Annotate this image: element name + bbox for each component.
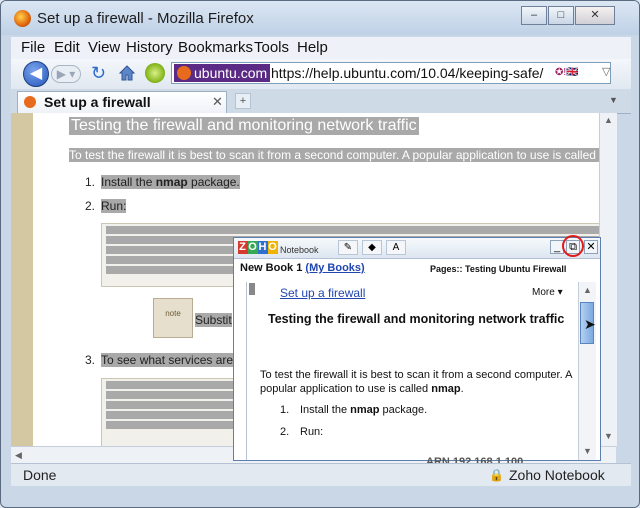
- zoho-note-icon[interactable]: ◆: [362, 240, 382, 255]
- site-label: ubuntu.com: [194, 65, 268, 81]
- firefox-logo-icon: [14, 10, 31, 27]
- back-button[interactable]: ◀: [23, 61, 49, 87]
- menu-tools[interactable]: Tools: [254, 39, 289, 56]
- zoho-close-button[interactable]: ✕: [584, 240, 598, 254]
- zoho-scroll-up-icon[interactable]: ▲: [583, 285, 592, 295]
- zoho-pages-label: Pages:: Testing Ubuntu Firewall: [430, 264, 567, 274]
- minimize-button[interactable]: –: [521, 6, 547, 25]
- tab-close-icon[interactable]: ✕: [212, 94, 223, 110]
- menu-file[interactable]: File: [21, 39, 45, 56]
- zoho-page-link[interactable]: Set up a firewall: [280, 286, 365, 300]
- site-identity-button[interactable]: ubuntu.com: [174, 64, 271, 82]
- menu-help[interactable]: Help: [297, 39, 328, 56]
- highlight-circle: [562, 235, 584, 257]
- menu-edit[interactable]: Edit: [54, 39, 80, 56]
- scroll-down-icon[interactable]: ▼: [604, 431, 613, 441]
- window-title: Set up a firewall - Mozilla Firefox: [37, 10, 254, 27]
- navigation-toolbar: ◀ ▶ ▾ ↻ ubuntu.com https://help.ubuntu.c…: [11, 59, 631, 90]
- status-bar: Done 🔒 Zoho Notebook: [11, 463, 631, 486]
- zoho-clip-icon[interactable]: ✎: [338, 240, 358, 255]
- reload-icon[interactable]: ↻: [91, 63, 106, 84]
- step2-text: Run:: [101, 199, 127, 213]
- close-button[interactable]: ✕: [575, 6, 615, 25]
- scroll-up-icon[interactable]: ▲: [604, 115, 613, 125]
- my-books-link[interactable]: (My Books): [305, 262, 364, 274]
- page-vertical-scrollbar[interactable]: ▲ ▼: [599, 113, 617, 446]
- ubuntu-favicon-icon: [177, 66, 191, 80]
- zoho-text-icon[interactable]: A: [386, 240, 406, 255]
- zoho-notebook-label: Notebook: [280, 245, 319, 255]
- firefox-window: Set up a firewall - Mozilla Firefox – □ …: [0, 0, 640, 508]
- zoho-toolbar: ZOHO Notebook ✎ ◆ A _ ⧉ ✕: [234, 235, 600, 259]
- step1-number: 1.: [85, 175, 96, 189]
- tab-strip: Set up a firewall ✕ + ▼: [11, 89, 631, 114]
- zoho-scrollbar[interactable]: ▲ ▼: [578, 282, 596, 460]
- zoho-step2-number: 2.: [280, 426, 290, 438]
- page-heading: Testing the firewall and monitoring netw…: [69, 117, 419, 135]
- maximize-button[interactable]: □: [548, 6, 574, 25]
- home-icon[interactable]: [118, 64, 136, 82]
- menu-history[interactable]: History: [126, 39, 173, 56]
- tab-set-up-firewall[interactable]: Set up a firewall ✕: [17, 91, 227, 113]
- mouse-cursor-icon: ➤: [584, 316, 596, 332]
- substitute-text: Substit: [195, 313, 232, 327]
- status-zoho-notebook[interactable]: Zoho Notebook: [509, 467, 605, 483]
- step1-text: Install the nmap package.: [101, 175, 240, 189]
- forward-button[interactable]: ▶ ▾: [51, 65, 81, 83]
- menu-bar: File Edit View History Bookmarks Tools H…: [11, 37, 631, 59]
- zoho-step1-text: Install the nmap package.: [300, 404, 428, 416]
- intro-paragraph: To test the firewall it is best to scan …: [69, 148, 599, 162]
- zoho-scroll-down-icon[interactable]: ▼: [583, 446, 592, 456]
- menu-view[interactable]: View: [88, 39, 120, 56]
- code-block-2: [101, 378, 253, 446]
- step3-text: To see what services are: [101, 353, 234, 367]
- new-tab-button[interactable]: +: [235, 93, 251, 109]
- addon-flags-icon: ✪!🇬🇧: [555, 67, 579, 78]
- zoho-book-title: New Book 1 (My Books): [240, 262, 365, 274]
- zoho-step2-text: Run:: [300, 426, 324, 438]
- step2-number: 2.: [85, 199, 96, 213]
- menu-bookmarks[interactable]: Bookmarks: [178, 39, 253, 56]
- status-text: Done: [23, 467, 57, 483]
- url-text: https://help.ubuntu.com/10.04/keeping-sa…: [271, 65, 544, 81]
- lock-icon: 🔒: [489, 468, 504, 482]
- url-bar[interactable]: ubuntu.com https://help.ubuntu.com/10.04…: [171, 62, 611, 84]
- resize-handle[interactable]: [249, 283, 255, 295]
- zoho-more-button[interactable]: More ▾: [532, 287, 563, 298]
- tab-favicon-icon: [24, 96, 36, 108]
- title-bar: Set up a firewall - Mozilla Firefox – □ …: [1, 1, 639, 35]
- zoho-notebook-panel: ZOHO Notebook ✎ ◆ A _ ⧉ ✕ New Book 1 (My…: [233, 235, 601, 468]
- left-margin-bar: [11, 113, 33, 446]
- list-all-tabs-icon[interactable]: ▼: [609, 95, 618, 105]
- scroll-left-icon[interactable]: ◀: [15, 450, 22, 461]
- greasemonkey-icon[interactable]: [145, 63, 165, 83]
- zoho-heading: Testing the firewall and monitoring netw…: [268, 312, 565, 326]
- zoho-intro: To test the firewall it is best to scan …: [260, 369, 572, 395]
- note-icon: note: [153, 298, 193, 338]
- zoho-logo: ZOHO: [238, 241, 278, 254]
- zoho-step1-number: 1.: [280, 404, 290, 416]
- tab-label: Set up a firewall: [44, 94, 151, 110]
- url-dropdown-icon[interactable]: ▽: [602, 65, 610, 78]
- step3-number: 3.: [85, 353, 96, 367]
